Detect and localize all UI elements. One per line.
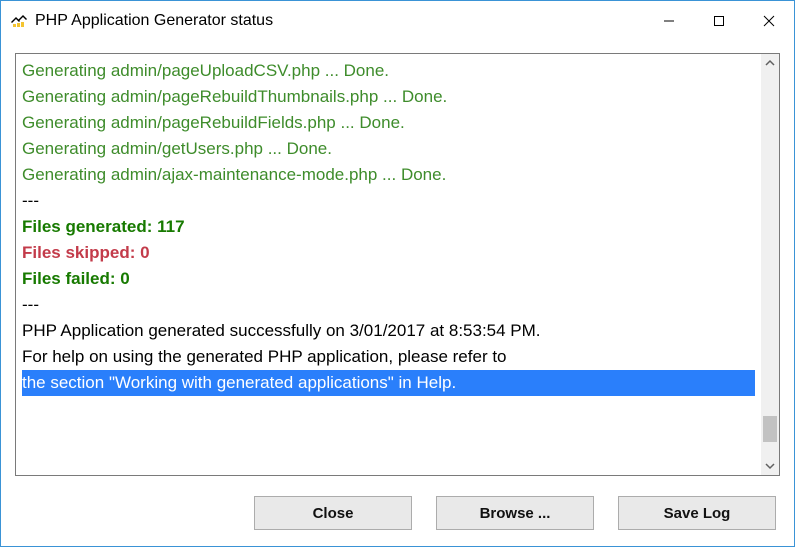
vertical-scrollbar[interactable] [761, 54, 779, 475]
chevron-up-icon [765, 58, 775, 68]
app-icon [9, 11, 29, 31]
close-button[interactable]: Close [254, 496, 412, 530]
title-bar[interactable]: PHP Application Generator status [1, 1, 794, 41]
window-title: PHP Application Generator status [35, 12, 644, 30]
browse-button[interactable]: Browse ... [436, 496, 594, 530]
log-line[interactable]: Generating admin/pageRebuildThumbnails.p… [22, 84, 755, 110]
log-line[interactable]: Files generated: 117 [22, 214, 755, 240]
log-line[interactable]: For help on using the generated PHP appl… [22, 344, 755, 370]
window-frame: PHP Application Generator status Generat… [0, 0, 795, 547]
close-window-button[interactable] [744, 1, 794, 41]
log-line[interactable]: Generating admin/pageUploadCSV.php ... D… [22, 58, 755, 84]
scroll-down-button[interactable] [761, 457, 779, 475]
window-controls [644, 1, 794, 41]
scroll-thumb[interactable] [763, 416, 777, 442]
log-line[interactable]: Files skipped: 0 [22, 240, 755, 266]
log-line[interactable]: --- [22, 188, 755, 214]
log-text[interactable]: Generating admin/pageUploadCSV.php ... D… [16, 54, 761, 475]
button-row: Close Browse ... Save Log [15, 496, 780, 530]
maximize-button[interactable] [694, 1, 744, 41]
maximize-icon [713, 15, 725, 27]
log-line[interactable]: the section "Working with generated appl… [22, 370, 755, 396]
minimize-button[interactable] [644, 1, 694, 41]
log-line[interactable]: Generating admin/pageRebuildFields.php .… [22, 110, 755, 136]
log-line[interactable]: Generating admin/getUsers.php ... Done. [22, 136, 755, 162]
log-line[interactable]: PHP Application generated successfully o… [22, 318, 755, 344]
scroll-up-button[interactable] [761, 54, 779, 72]
minimize-icon [663, 15, 675, 27]
log-line[interactable]: --- [22, 292, 755, 318]
save-log-button[interactable]: Save Log [618, 496, 776, 530]
log-output[interactable]: Generating admin/pageUploadCSV.php ... D… [15, 53, 780, 476]
chevron-down-icon [765, 461, 775, 471]
client-area: Generating admin/pageUploadCSV.php ... D… [1, 41, 794, 546]
close-icon [763, 15, 775, 27]
log-line[interactable]: Generating admin/ajax-maintenance-mode.p… [22, 162, 755, 188]
log-line[interactable]: Files failed: 0 [22, 266, 755, 292]
